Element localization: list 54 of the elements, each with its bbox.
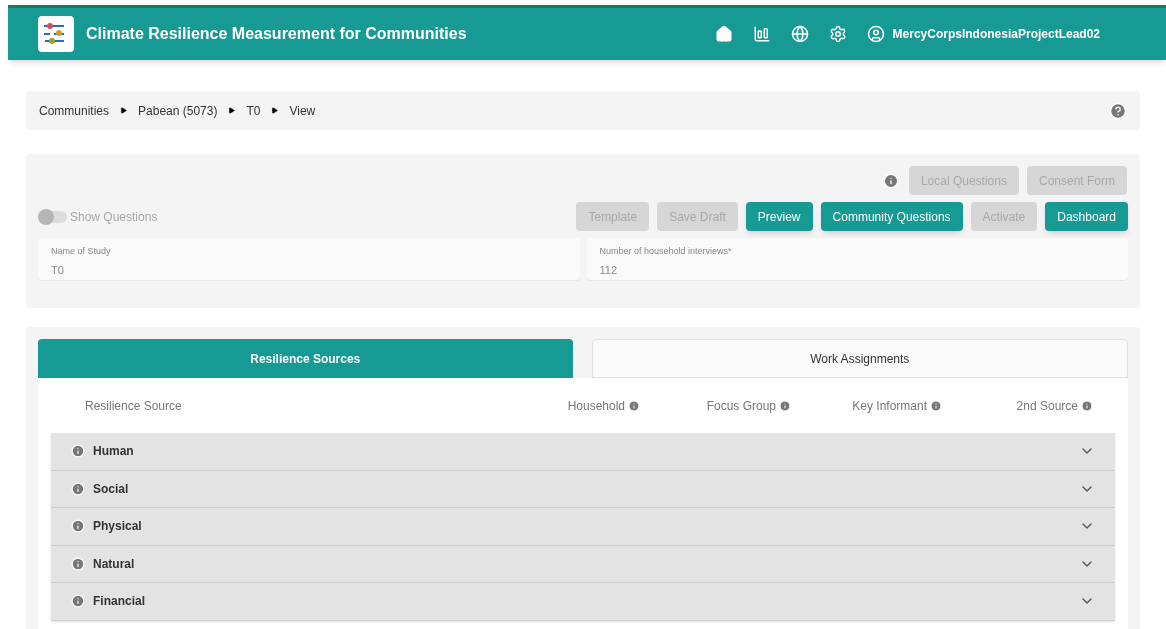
source-name: Financial: [93, 593, 145, 611]
info-icon[interactable]: [930, 399, 942, 412]
info-icon[interactable]: [71, 444, 85, 459]
action-button[interactable]: Preview: [745, 202, 813, 231]
source-name: Social: [93, 480, 129, 498]
info-icon[interactable]: [779, 399, 791, 412]
field-label: Name of Study: [51, 245, 112, 258]
caret-icon: [271, 107, 279, 114]
source-name: Human: [93, 443, 134, 461]
user-icon[interactable]: [866, 25, 885, 43]
toggle-switch[interactable]: [38, 210, 67, 223]
column-header: Resilience Source: [85, 397, 183, 415]
column-header: 2nd Source: [1016, 397, 1078, 415]
accordion-row[interactable]: Social: [51, 470, 1115, 508]
globe-icon[interactable]: [790, 25, 809, 43]
caret-icon: [228, 107, 236, 114]
breadcrumb-item[interactable]: T0: [246, 101, 261, 120]
info-icon[interactable]: [1081, 399, 1093, 412]
breadcrumb-item[interactable]: View: [289, 101, 316, 120]
field-value: T0: [51, 262, 65, 278]
column-header: Key Informant: [852, 397, 927, 415]
chart-icon[interactable]: [752, 25, 771, 43]
source-name: Natural: [93, 555, 135, 573]
info-icon[interactable]: [628, 399, 640, 412]
info-icon[interactable]: [71, 481, 85, 496]
breadcrumb-item[interactable]: Communities: [39, 101, 110, 120]
app-title: Climate Resilience Measurement for Communities: [86, 24, 467, 44]
column-header: Focus Group: [706, 397, 776, 415]
field-value: 112: [599, 262, 619, 278]
action-button[interactable]: Dashboard: [1045, 202, 1128, 231]
user-name[interactable]: MercyCorpsIndonesiaProjectLead02: [892, 25, 1100, 43]
text-field[interactable]: Name of Study T0: [38, 238, 580, 281]
accordion-row[interactable]: Financial: [51, 583, 1115, 621]
gear-icon[interactable]: [828, 25, 847, 43]
accordion-row[interactable]: Human: [51, 433, 1115, 471]
caret-icon: [120, 107, 128, 114]
toggle-label: Show Questions: [70, 208, 158, 226]
help-icon[interactable]: [1109, 101, 1127, 120]
logo-icon: [38, 16, 74, 52]
info-icon[interactable]: [71, 519, 85, 534]
field-label: Number of household interviews*: [599, 245, 733, 258]
info-icon[interactable]: [882, 172, 899, 189]
info-icon[interactable]: [71, 556, 85, 571]
home-icon[interactable]: [714, 25, 733, 43]
info-icon[interactable]: [71, 594, 85, 609]
action-button[interactable]: Community Questions: [820, 202, 963, 231]
source-name: Physical: [93, 518, 142, 536]
text-field[interactable]: Number of household interviews* 112: [586, 238, 1128, 281]
tab[interactable]: Resilience Sources: [38, 339, 573, 378]
breadcrumb-item[interactable]: Pabean (5073): [138, 101, 218, 120]
accordion-row[interactable]: Physical: [51, 508, 1115, 546]
accordion-row[interactable]: Natural: [51, 545, 1115, 583]
tab[interactable]: Work Assignments: [591, 339, 1128, 378]
column-header: Household: [567, 397, 625, 415]
